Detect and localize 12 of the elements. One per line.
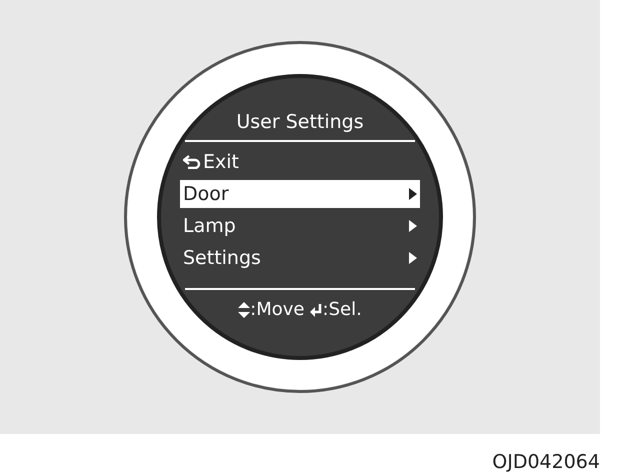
figure-code: OJD042064: [492, 450, 600, 474]
menu-item[interactable]: Lamp: [180, 212, 420, 240]
hint-label: :Sel.: [322, 298, 362, 322]
menu-item[interactable]: Settings: [180, 244, 420, 272]
hint-label: :Move: [250, 298, 305, 322]
screen-title: User Settings: [236, 110, 364, 135]
menu-item[interactable]: Exit: [180, 148, 420, 176]
menu-label: Settings: [183, 246, 261, 271]
menu-label: Lamp: [183, 214, 236, 239]
menu-label: Exit: [203, 150, 239, 175]
menu-label: Door: [183, 182, 229, 207]
menu-item[interactable]: Door: [180, 180, 420, 208]
